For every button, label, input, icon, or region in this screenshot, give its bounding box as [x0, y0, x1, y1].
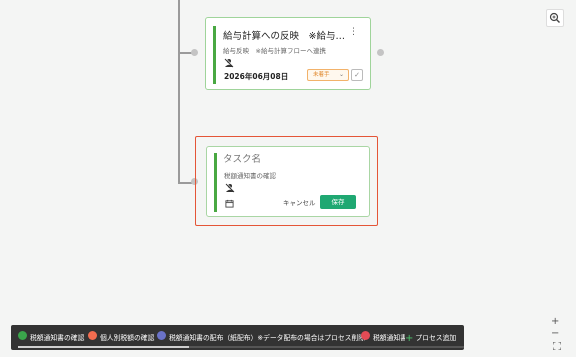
- process-color-dot: [157, 331, 166, 340]
- status-dropdown[interactable]: 未着手 ⌄: [307, 69, 349, 81]
- plus-icon: +: [405, 333, 414, 344]
- chevron-down-icon: ⌄: [338, 71, 344, 78]
- task-name-input[interactable]: [223, 154, 353, 165]
- task-subtitle: 給与反映 ※給与計算フローへ連携: [223, 47, 326, 55]
- magnifier-plus-icon: [549, 12, 560, 23]
- fit-view-icon[interactable]: [553, 342, 561, 350]
- task-accent-bar: [214, 153, 217, 212]
- cancel-button[interactable]: キャンセル: [283, 197, 316, 207]
- process-item[interactable]: 個人別税額の確認: [100, 332, 154, 342]
- connector-handle[interactable]: [377, 49, 384, 56]
- add-process-button[interactable]: + プロセス追加: [405, 332, 461, 344]
- save-button[interactable]: 保存: [320, 195, 356, 209]
- scrollbar-thumb[interactable]: [18, 346, 189, 348]
- complete-check-button[interactable]: ✓: [351, 69, 363, 81]
- task-subtitle: 税額通知書の確認: [224, 172, 276, 180]
- zoom-in-button[interactable]: +: [551, 317, 559, 327]
- new-task-card[interactable]: 税額通知書の確認 キャンセル 保存: [206, 146, 370, 217]
- process-color-dot: [88, 331, 97, 340]
- more-menu-icon[interactable]: ⋮: [349, 28, 358, 37]
- status-value: 未着手: [313, 72, 330, 78]
- process-color-dot: [18, 331, 27, 340]
- process-item[interactable]: 税額通知書の配布（紙配布）※データ配布の場合はプロセス削除: [169, 332, 365, 342]
- process-bar: 税額通知書の確認 個人別税額の確認 税額通知書の配布（紙配布）※データ配布の場合…: [11, 325, 464, 350]
- task-title[interactable]: 給与計算への反映 ※給与計...: [223, 28, 345, 42]
- zoom-out-button[interactable]: −: [551, 329, 559, 339]
- task-card[interactable]: 給与計算への反映 ※給与計... ⋮ 給与反映 ※給与計算フローへ連携 2026…: [205, 17, 371, 90]
- tree-connector-vertical: [178, 0, 180, 183]
- process-canvas: 給与計算への反映 ※給与計... ⋮ 給与反映 ※給与計算フローへ連携 2026…: [0, 0, 576, 357]
- task-accent-bar: [213, 26, 216, 84]
- add-process-label: プロセス追加: [415, 334, 457, 342]
- unassigned-user-icon[interactable]: [224, 58, 234, 68]
- process-item[interactable]: 税額通知書の確認: [30, 332, 84, 342]
- unassigned-user-icon[interactable]: [225, 183, 235, 193]
- connector-handle[interactable]: [191, 49, 198, 56]
- process-item[interactable]: 税額通知書: [373, 332, 407, 342]
- zoom-search-button[interactable]: [546, 9, 564, 27]
- due-date[interactable]: 2026年06月08日: [224, 71, 288, 82]
- calendar-icon[interactable]: [225, 199, 234, 208]
- process-color-dot: [361, 331, 370, 340]
